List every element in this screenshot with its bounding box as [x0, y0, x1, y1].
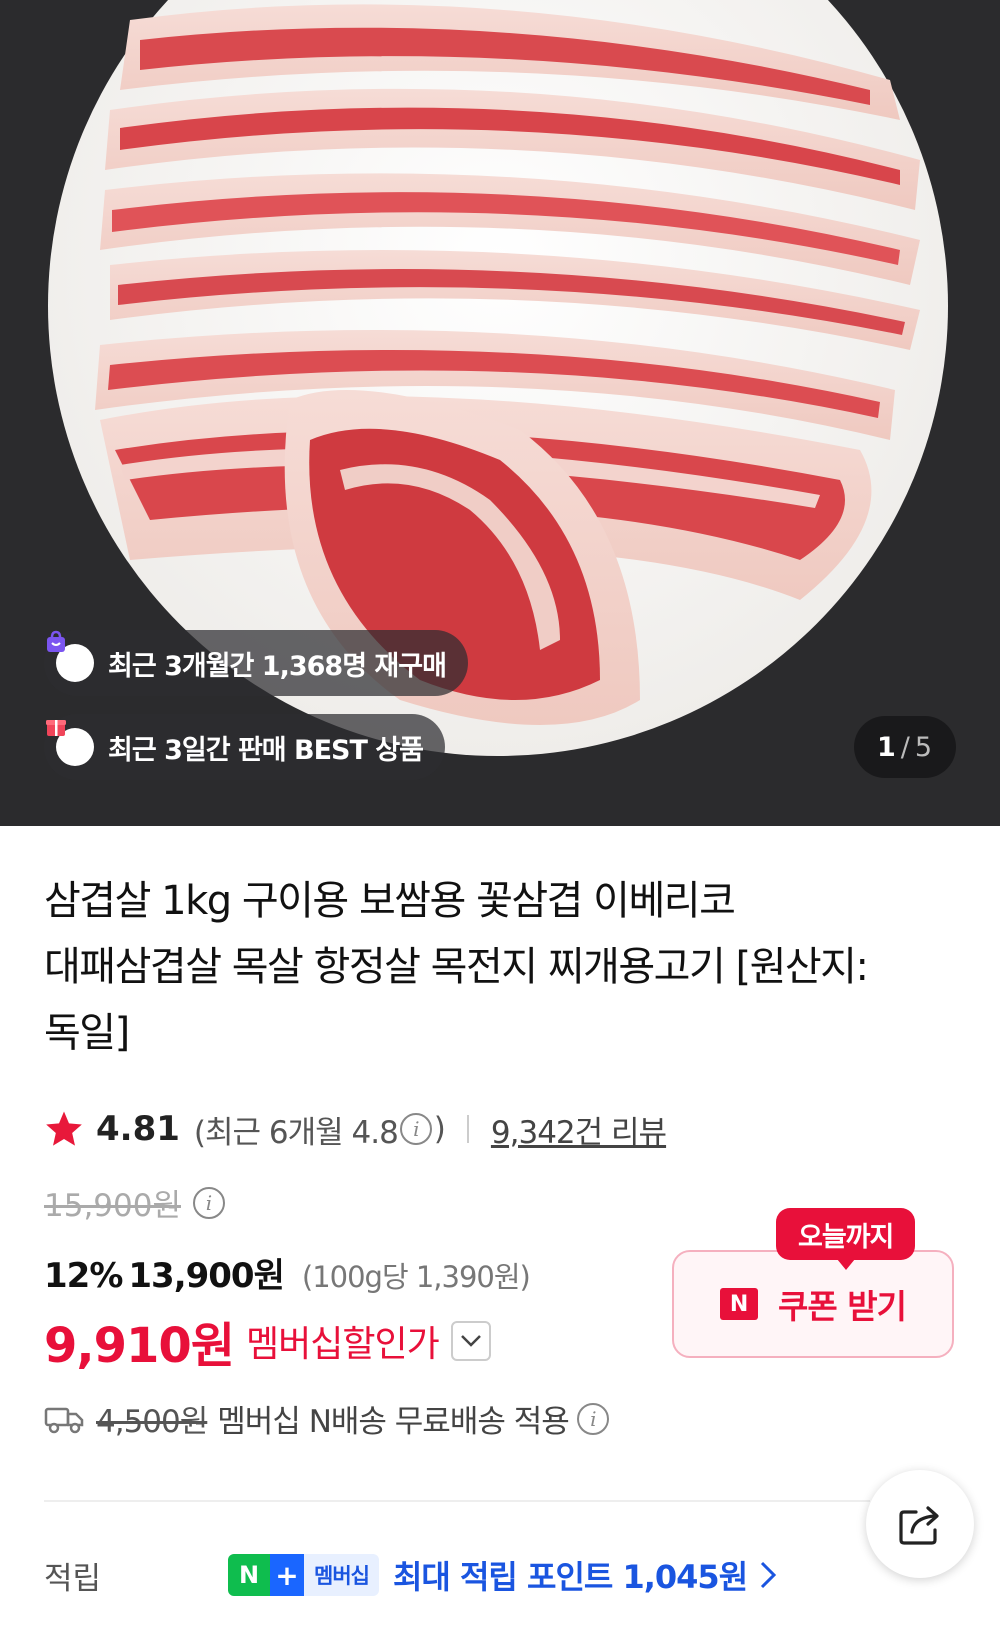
discount-percent: 12% [44, 1256, 123, 1296]
image-counter-sep: / [900, 731, 911, 763]
coupon-button[interactable]: N 쿠폰 받기 [672, 1250, 954, 1358]
image-index: 1 [876, 731, 897, 763]
original-shipping-fee: 4,500원 [96, 1404, 208, 1440]
unit-price: (100g당 1,390원) [301, 1260, 531, 1294]
info-icon[interactable]: i [576, 1402, 609, 1435]
original-price: 15,900원 [44, 1188, 181, 1224]
reviews-link[interactable]: 9,342건 리뷰 [491, 1107, 667, 1152]
today-only-tag: 오늘까지 [776, 1208, 916, 1270]
best-seller-badge: 최근 3일간 판매 BEST 상품 [44, 714, 445, 780]
member-price-label: 멤버십할인가 [246, 1324, 440, 1365]
chevron-right-icon [761, 1561, 777, 1589]
product-title-line: 독일] [44, 1010, 130, 1056]
image-counter: 1 / 5 [854, 716, 956, 778]
membership-badge-text: 멤버십 [304, 1554, 379, 1596]
info-icon[interactable]: i [399, 1113, 432, 1145]
original-price-row: 15,900원 i [44, 1180, 227, 1225]
naver-n-icon: N [228, 1554, 270, 1596]
max-points-text: 최대 적립 포인트 1,045원 [392, 1558, 748, 1596]
recent-rating: (최근 6개월 4.8 i ) [193, 1107, 446, 1152]
repurchase-badge-text: 최근 3개월간 1,368명 재구매 [108, 650, 447, 682]
product-photo [0, 0, 1000, 826]
sale-price-row: 12% 13,900원 (100g당 1,390원) [44, 1248, 531, 1297]
recent-rating-close: ) [433, 1111, 446, 1147]
member-price-row: 9,910원 멤버십할인가 [44, 1306, 491, 1376]
divider [466, 1115, 469, 1143]
points-label: 적립 [44, 1560, 102, 1597]
plus-icon: + [270, 1554, 304, 1596]
product-title-line: 삼겹살 1kg 구이용 보쌈용 꽃삼겹 이베리코 [44, 878, 736, 924]
product-title-line: 대패삼겹살 목살 항정살 목전지 찌개용고기 [원산지: [44, 944, 869, 990]
naver-n-icon: N [720, 1288, 759, 1320]
truck-icon [44, 1407, 84, 1433]
product-title: 삼겹살 1kg 구이용 보쌈용 꽃삼겹 이베리코 대패삼겹살 목살 항정살 목전… [44, 868, 956, 1066]
member-price: 9,910원 [44, 1318, 235, 1374]
rating-row: 4.81 (최근 6개월 4.8 i ) 9,342건 리뷰 [44, 1100, 667, 1158]
section-divider [44, 1500, 870, 1502]
image-total: 5 [914, 731, 934, 763]
info-icon[interactable]: i [193, 1186, 225, 1219]
shipping-row: 4,500원 멤버십 N배송 무료배송 적용 i [44, 1396, 611, 1441]
recent-rating-text: (최근 6개월 4.8 [193, 1114, 399, 1151]
rating-score: 4.81 [96, 1109, 180, 1149]
sale-price: 13,900원 [128, 1256, 284, 1296]
star-icon [46, 1111, 82, 1146]
product-image-carousel[interactable]: 최근 3개월간 1,368명 재구매 최근 3일간 판매 BEST 상품 1 /… [0, 0, 1000, 826]
best-seller-badge-text: 최근 3일간 판매 BEST 상품 [108, 734, 424, 766]
shipping-text: 멤버십 N배송 무료배송 적용 [217, 1404, 569, 1440]
bag-icon [47, 630, 94, 682]
points-row[interactable]: 적립 N + 멤버십 최대 적립 포인트 1,045원 [44, 1552, 944, 1598]
share-icon [899, 1506, 939, 1545]
repurchase-badge: 최근 3개월간 1,368명 재구매 [44, 630, 468, 696]
chevron-down-icon[interactable] [450, 1321, 491, 1361]
gift-icon [46, 720, 94, 766]
naver-plus-membership-badge: N + 멤버십 [228, 1554, 379, 1596]
coupon-label: 쿠폰 받기 [778, 1287, 907, 1326]
